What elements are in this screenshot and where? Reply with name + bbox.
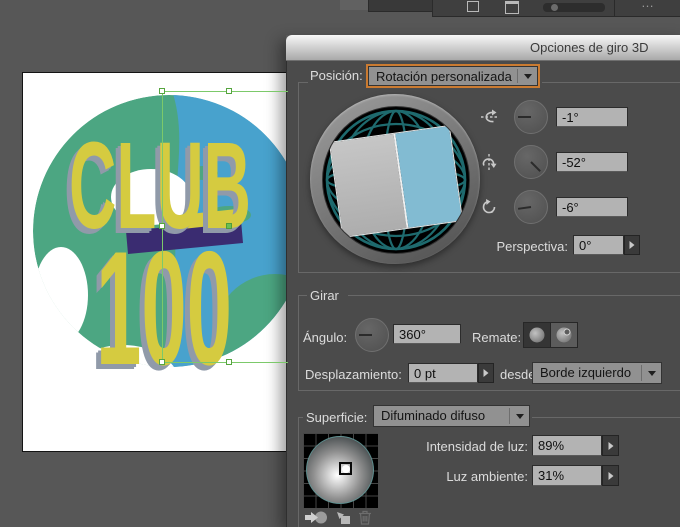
trackball-sphere[interactable] (322, 106, 470, 254)
surface-dropdown-value: Difuminado difuso (381, 408, 485, 423)
cap-hollow-icon (557, 328, 572, 343)
rotate-y-axis-icon (480, 153, 498, 171)
revolve-section-title: Girar (307, 288, 342, 303)
trackball-widget[interactable] (310, 94, 480, 264)
light-preview[interactable] (303, 433, 378, 508)
cap-label: Remate: (472, 330, 521, 345)
rotate-y-dial[interactable] (514, 145, 548, 179)
light-intensity-input[interactable] (532, 435, 602, 456)
position-dropdown-focus-ring: Rotación personalizada (366, 64, 540, 88)
globe-logo-graphic: CLUB CLUB CLUB 100 100 100 (23, 73, 288, 451)
perspective-label: Perspectiva: (484, 239, 568, 254)
edge-dropdown-value: Borde izquierdo (540, 365, 631, 380)
selection-handle[interactable] (226, 359, 232, 365)
toolbar-slider[interactable] (543, 3, 605, 12)
columns-icon[interactable] (505, 1, 519, 14)
rotate-z-input[interactable] (556, 197, 628, 217)
cap-solid-icon (530, 328, 545, 343)
selection-edge-bottom (162, 362, 288, 363)
rotate-x-dial[interactable] (514, 100, 548, 134)
angle-dial[interactable] (355, 318, 389, 352)
top-control-bar: … (432, 0, 680, 17)
app-window: … CLUB CLUB CLUB 100 1 (0, 0, 680, 527)
chevron-down-icon (648, 371, 656, 376)
artboard-canvas[interactable]: CLUB CLUB CLUB 100 100 100 (22, 72, 289, 452)
overflow-menu-icon[interactable]: … (641, 0, 654, 8)
ambient-light-label: Luz ambiente: (406, 469, 528, 484)
offset-input[interactable] (408, 363, 478, 383)
selection-handle[interactable] (159, 359, 165, 365)
light-intensity-label: Intensidad de luz: (406, 439, 528, 454)
selection-handle[interactable] (159, 223, 165, 229)
cap-toggle-group (523, 322, 578, 348)
position-label: Posición: (310, 68, 363, 83)
cap-solid-button[interactable] (524, 323, 550, 347)
delete-light-button[interactable] (358, 510, 372, 525)
cap-hollow-button[interactable] (551, 323, 577, 347)
ambient-light-input[interactable] (532, 465, 602, 486)
position-dropdown-value: Rotación personalizada (376, 69, 512, 84)
from-label: desde (500, 367, 535, 382)
angle-label: Ángulo: (303, 330, 347, 345)
surface-dropdown[interactable]: Difuminado difuso (373, 405, 530, 427)
rotate-x-input[interactable] (556, 107, 628, 127)
selection-handle[interactable] (226, 88, 232, 94)
offset-stepper-button[interactable] (478, 363, 494, 383)
panel-tab-fragment (340, 0, 368, 10)
ambient-light-stepper-button[interactable] (602, 465, 619, 486)
rotate-y-input[interactable] (556, 152, 628, 172)
perspective-input[interactable] (573, 235, 624, 255)
revolve-options-dialog: Opciones de giro 3D Posición: Rotación p… (286, 35, 680, 527)
chevron-down-icon (524, 74, 532, 79)
surface-label: Superficie: (303, 410, 370, 425)
logo-line-100: 100 (96, 218, 232, 399)
rotate-z-dial[interactable] (514, 190, 548, 224)
move-light-back-button[interactable] (304, 510, 328, 525)
new-light-button[interactable] (336, 511, 351, 525)
rotate-x-axis-icon (480, 108, 498, 126)
rotate-z-axis-icon (480, 198, 498, 216)
top-toolbar-fragment (368, 0, 432, 12)
offset-label: Desplazamiento: (305, 367, 402, 382)
toolbar-divider (614, 0, 615, 17)
selection-edge-top (162, 91, 288, 92)
trackball-object-plane[interactable] (330, 126, 462, 237)
position-dropdown[interactable]: Rotación personalizada (368, 66, 538, 86)
dialog-titlebar[interactable]: Opciones de giro 3D (286, 35, 680, 61)
artboard-tool-icon[interactable] (467, 1, 479, 12)
light-intensity-stepper-button[interactable] (602, 435, 619, 456)
perspective-stepper-button[interactable] (624, 235, 640, 255)
edge-dropdown[interactable]: Borde izquierdo (532, 362, 662, 384)
selection-center-marker[interactable] (226, 223, 232, 229)
light-handle[interactable] (339, 462, 352, 475)
angle-input[interactable] (393, 324, 461, 344)
slider-knob-icon[interactable] (551, 4, 558, 11)
dialog-title: Opciones de giro 3D (530, 40, 649, 55)
selection-handle[interactable] (159, 88, 165, 94)
chevron-down-icon (516, 414, 524, 419)
